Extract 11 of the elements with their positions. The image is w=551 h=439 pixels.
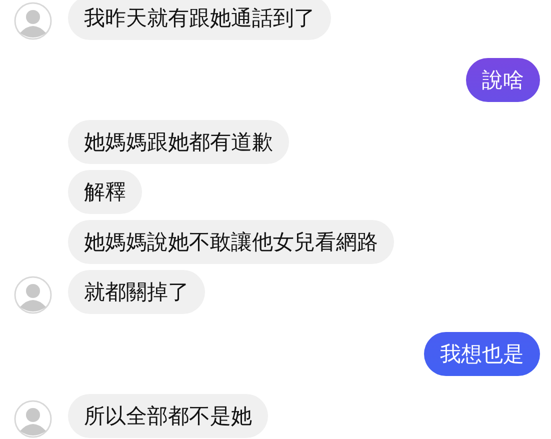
message-bubble: 解釋 xyxy=(68,170,142,214)
avatar-icon[interactable] xyxy=(14,400,52,438)
message-bubble: 我想也是 xyxy=(424,332,540,376)
message-bubble: 所以全部都不是她 xyxy=(68,394,268,438)
message-bubble: 我昨天就有跟她通話到了 xyxy=(68,0,331,40)
message-bubble: 她媽媽跟她都有道歉 xyxy=(68,120,289,164)
message-bubble: 就都關掉了 xyxy=(68,270,205,314)
message-bubble: 說啥 xyxy=(466,58,540,102)
message-bubble: 她媽媽說她不敢讓他女兒看網路 xyxy=(68,220,394,264)
avatar-icon[interactable] xyxy=(14,2,52,40)
avatar-icon[interactable] xyxy=(14,276,52,314)
